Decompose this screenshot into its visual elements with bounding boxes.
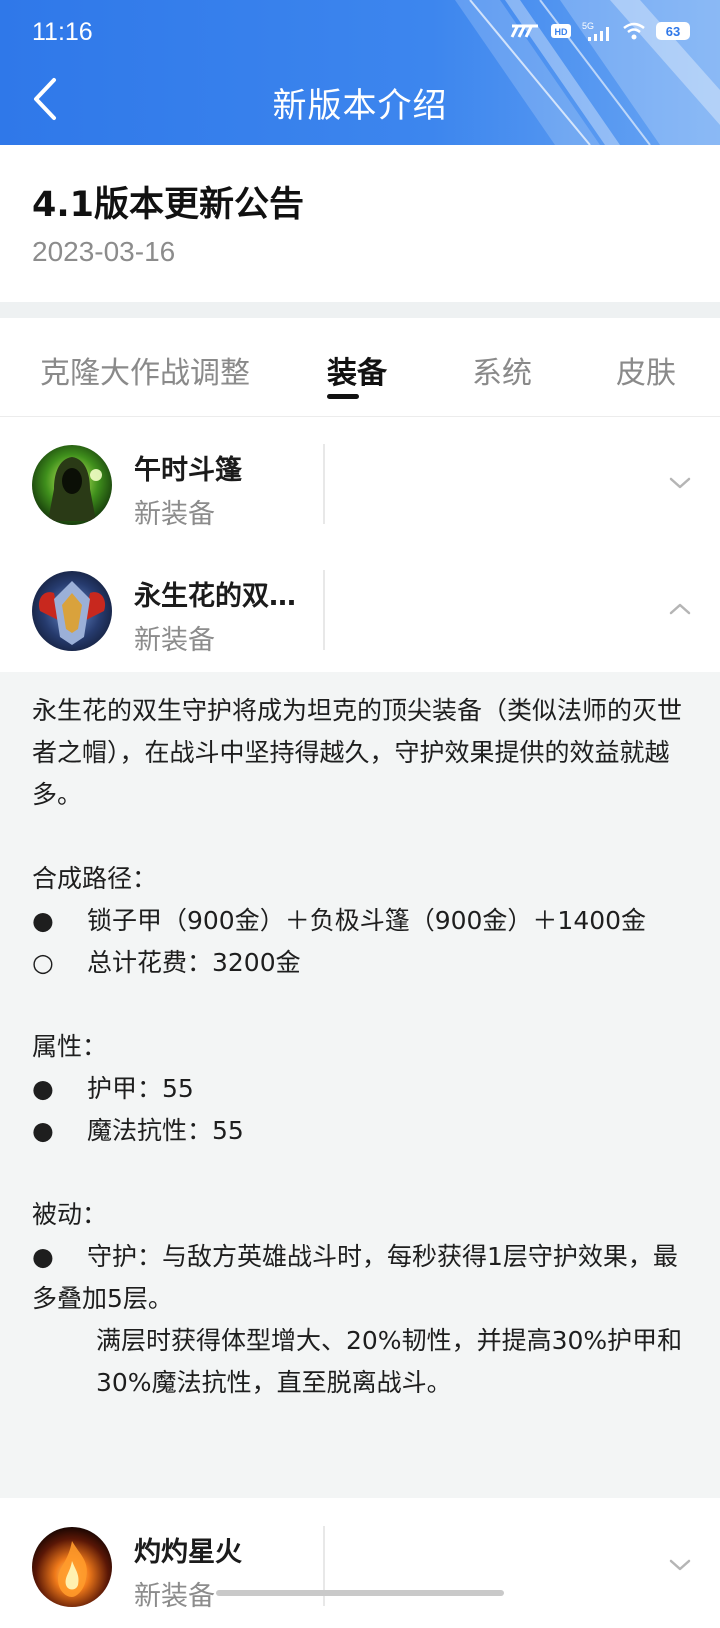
tab-skins[interactable]: 皮肤 — [616, 348, 676, 392]
hd-icon: HD — [551, 24, 571, 38]
equipment-description: 永生花的双生守护将成为坦克的顶尖装备（类似法师的灭世者之帽），在战斗中坚持得越久… — [32, 690, 692, 1404]
bullet-filled: ● — [32, 1242, 54, 1271]
recipe-heading: 合成路径： — [32, 864, 158, 893]
bullet-filled: ● — [32, 1116, 54, 1145]
tab-system[interactable]: 系统 — [472, 348, 532, 392]
wifi-icon — [623, 22, 645, 40]
tab-equipment[interactable]: 装备 — [327, 348, 387, 392]
passive-line-2: 满层时获得体型增大、20%韧性，并提高30%护甲和30%魔法抗性，直至脱离战斗。 — [96, 1326, 683, 1397]
equipment-item-twin-guard[interactable]: 永生花的双生守护 新装备 — [0, 544, 720, 672]
item-subtitle: 新装备 — [134, 625, 215, 656]
active-tab-indicator — [327, 394, 359, 399]
item-subtitle: 新装备 — [134, 1581, 215, 1612]
article-date: 2023-03-16 — [32, 236, 176, 267]
item-divider — [323, 444, 325, 524]
item-name: 永生花的双生守护 — [134, 581, 309, 612]
total-cost: ○ 总计花费：3200金 — [32, 942, 692, 984]
equipment-item-blazing-spark[interactable]: 灼灼星火 新装备 — [0, 1500, 720, 1628]
stat-magic-resist: ● 魔法抗性：55 — [32, 1110, 692, 1152]
bullet-hollow: ○ — [32, 948, 54, 977]
detail-intro: 永生花的双生守护将成为坦克的顶尖装备（类似法师的灭世者之帽），在战斗中坚持得越久… — [32, 696, 683, 809]
article-title: 4.1版本更新公告 — [32, 185, 305, 225]
stat-armor: ● 护甲：55 — [32, 1068, 692, 1110]
passive-heading: 被动： — [32, 1200, 108, 1229]
svg-text:HD: HD — [555, 27, 568, 37]
home-indicator[interactable] — [216, 1590, 504, 1596]
equipment-avatar-cloak — [32, 445, 112, 525]
chevron-down-icon[interactable] — [668, 1555, 692, 1575]
speed-icon — [510, 24, 538, 38]
svg-text:5G: 5G — [582, 21, 594, 31]
recipe-line: ● 锁子甲（900金）＋负极斗篷（900金）＋1400金 — [32, 900, 692, 942]
item-divider — [323, 570, 325, 650]
page-title: 新版本介绍 — [272, 86, 448, 126]
signal-5g-icon: 5G — [582, 21, 609, 41]
app-header: 11:16 HD 5G 63 新版本介绍 — [0, 0, 720, 145]
item-name: 灼灼星火 — [134, 1537, 242, 1568]
stats-heading: 属性： — [32, 1032, 108, 1061]
equipment-avatar-twin-guard — [32, 571, 112, 651]
equipment-item-midday-cloak[interactable]: 午时斗篷 新装备 — [0, 418, 720, 546]
passive-line-1: ● 守护：与敌方英雄战斗时，每秒获得1层守护效果，最多叠加5层。 — [32, 1236, 692, 1320]
item-subtitle: 新装备 — [134, 499, 215, 530]
equipment-avatar-fire — [32, 1527, 112, 1607]
battery-icon: 63 — [656, 22, 690, 40]
equipment-detail-panel: 永生花的双生守护将成为坦克的顶尖装备（类似法师的灭世者之帽），在战斗中坚持得越久… — [0, 672, 720, 1498]
item-name: 午时斗篷 — [134, 455, 242, 486]
chevron-up-icon[interactable] — [668, 599, 692, 619]
chevron-down-icon[interactable] — [668, 473, 692, 493]
status-time: 11:16 — [32, 18, 93, 46]
bullet-filled: ● — [32, 906, 54, 935]
tab-bar: 克隆大作战调整 装备 系统 皮肤 — [0, 318, 720, 417]
tab-clone-adjustments[interactable]: 克隆大作战调整 — [40, 348, 250, 392]
status-icons: HD 5G 63 — [510, 20, 690, 42]
bullet-filled: ● — [32, 1074, 54, 1103]
section-divider — [0, 302, 720, 318]
